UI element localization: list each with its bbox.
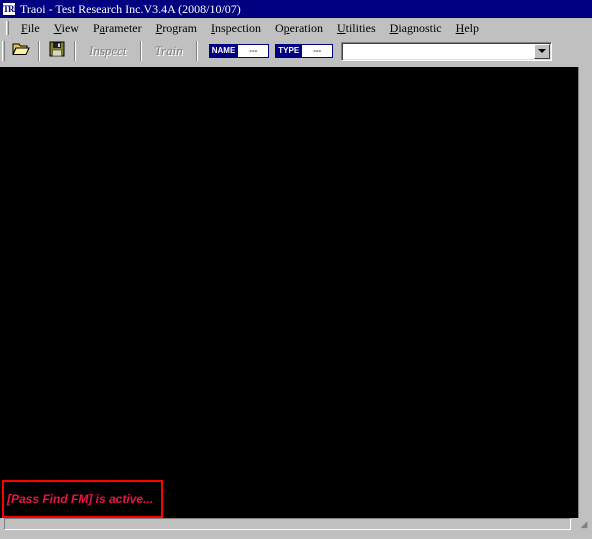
program-name-badge-label: NAME	[209, 45, 238, 57]
image-canvas[interactable]	[0, 67, 578, 518]
application-window: TRI Traoi - Test Research Inc.V3.4A (200…	[0, 0, 592, 539]
alert-box: [Pass Find FM] is active...	[2, 480, 163, 518]
menu-item-parameter-rest: rameter	[104, 20, 142, 35]
program-select-combobox[interactable]	[341, 41, 553, 61]
status-bar: ◢	[0, 518, 592, 539]
inspect-button[interactable]: Inspect	[81, 43, 135, 59]
toolbar-separator-1	[38, 41, 40, 61]
title-bar: TRI Traoi - Test Research Inc.V3.4A (200…	[0, 0, 592, 18]
menu-item-help[interactable]: Help	[449, 20, 486, 37]
menu-item-diagnostic-rest: iagnostic	[398, 20, 442, 35]
window-title: Traoi - Test Research Inc.V3.4A (2008/10…	[20, 2, 241, 16]
app-icon-glyph: TRI	[3, 4, 16, 14]
menu-item-utilities[interactable]: Utilities	[330, 20, 383, 37]
menu-item-file[interactable]: File	[14, 20, 47, 37]
program-type-badge[interactable]: TYPE ---	[275, 44, 334, 58]
menu-item-utilities-acc: U	[336, 20, 346, 35]
resize-grip-icon[interactable]: ◢	[578, 519, 590, 530]
open-folder-icon	[12, 41, 30, 62]
save-program-button[interactable]	[45, 40, 69, 62]
menu-item-operation-pre: O	[274, 20, 284, 35]
open-program-button[interactable]	[9, 40, 33, 62]
floppy-save-icon	[49, 41, 65, 62]
menu-bar: File View Parameter Program Inspection O…	[0, 18, 592, 38]
menu-item-utilities-rest: tilities	[345, 20, 376, 35]
status-bar-panel	[4, 518, 571, 530]
menu-item-operation-rest: eration	[289, 20, 323, 35]
toolbar-separator-4	[195, 41, 198, 61]
menu-item-diagnostic[interactable]: Diagnostic	[383, 20, 449, 37]
menu-item-file-acc: F	[21, 20, 28, 35]
menu-item-operation[interactable]: Operation	[268, 20, 330, 37]
menu-item-help-rest: elp	[464, 20, 479, 35]
menu-item-parameter-pre: P	[92, 20, 100, 35]
program-type-badge-label: TYPE	[276, 45, 302, 57]
menu-item-parameter[interactable]: Parameter	[86, 20, 149, 37]
menu-item-program-rest: rogram	[162, 20, 197, 35]
menu-item-view-acc: V	[53, 20, 62, 35]
toolbar-grip[interactable]	[2, 41, 5, 61]
menu-item-inspection-rest: nspection	[214, 20, 261, 35]
menu-item-help-acc: H	[455, 20, 465, 35]
menu-item-file-rest: ile	[27, 20, 40, 35]
toolbar-separator-2	[74, 41, 76, 61]
program-name-badge-value: ---	[237, 45, 269, 57]
program-type-badge-value: ---	[301, 45, 333, 57]
menu-item-view-rest: iew	[61, 20, 79, 35]
train-button[interactable]: Train	[147, 43, 191, 59]
menu-item-diagnostic-acc: D	[389, 20, 399, 35]
chevron-down-glyph	[538, 49, 547, 53]
menu-item-view[interactable]: View	[47, 20, 86, 37]
app-icon[interactable]: TRI	[2, 2, 16, 16]
program-name-badge[interactable]: NAME ---	[208, 44, 270, 58]
toolbar: Inspect Train NAME --- TYPE ---	[0, 38, 592, 65]
menu-item-inspection[interactable]: Inspection	[204, 20, 268, 37]
chevron-down-icon[interactable]	[534, 43, 551, 59]
canvas-right-margin	[578, 67, 592, 518]
menu-item-program[interactable]: Program	[149, 20, 204, 37]
toolbar-separator-3	[139, 41, 142, 61]
alert-message: [Pass Find FM] is active...	[7, 492, 154, 506]
